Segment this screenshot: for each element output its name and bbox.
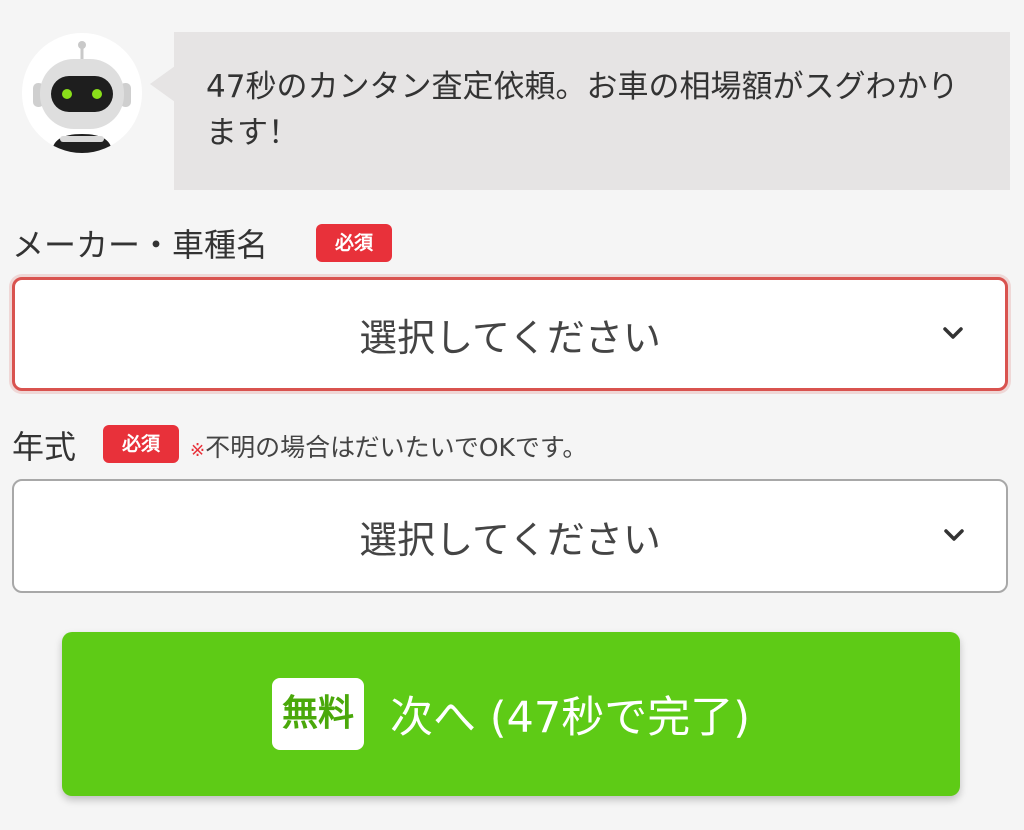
chevron-down-icon — [943, 327, 963, 339]
speech-bubble-text: 47秒のカンタン査定依頼。お車の相場額がスグわかります！ — [206, 69, 959, 151]
year-field-label: 年式 — [12, 428, 77, 466]
maker-required-badge: 必須 — [316, 224, 392, 262]
year-note: ※不明の場合はだいたいでOKです。 — [190, 429, 587, 470]
free-badge: 無料 — [272, 678, 365, 750]
robot-icon — [22, 33, 142, 153]
speech-bubble: 47秒のカンタン査定依頼。お車の相場額がスグわかります！ — [174, 32, 1010, 190]
next-button[interactable]: 無料 次へ (47秒で完了) — [62, 632, 960, 796]
next-button-label: 次へ (47秒で完了) — [390, 693, 750, 743]
maker-field-label: メーカー・車種名 — [12, 226, 269, 264]
chevron-down-icon — [944, 529, 964, 541]
year-note-text: 不明の場合はだいたいでOKです。 — [205, 433, 588, 462]
note-mark: ※ — [190, 440, 206, 461]
speech-bubble-tail — [150, 66, 175, 102]
year-required-badge: 必須 — [103, 425, 179, 463]
year-select[interactable]: 選択してください — [12, 479, 1008, 593]
maker-select-value: 選択してください — [359, 315, 661, 360]
year-select-value: 選択してください — [359, 517, 661, 562]
maker-select[interactable]: 選択してください — [12, 277, 1008, 391]
robot-avatar — [22, 33, 142, 153]
